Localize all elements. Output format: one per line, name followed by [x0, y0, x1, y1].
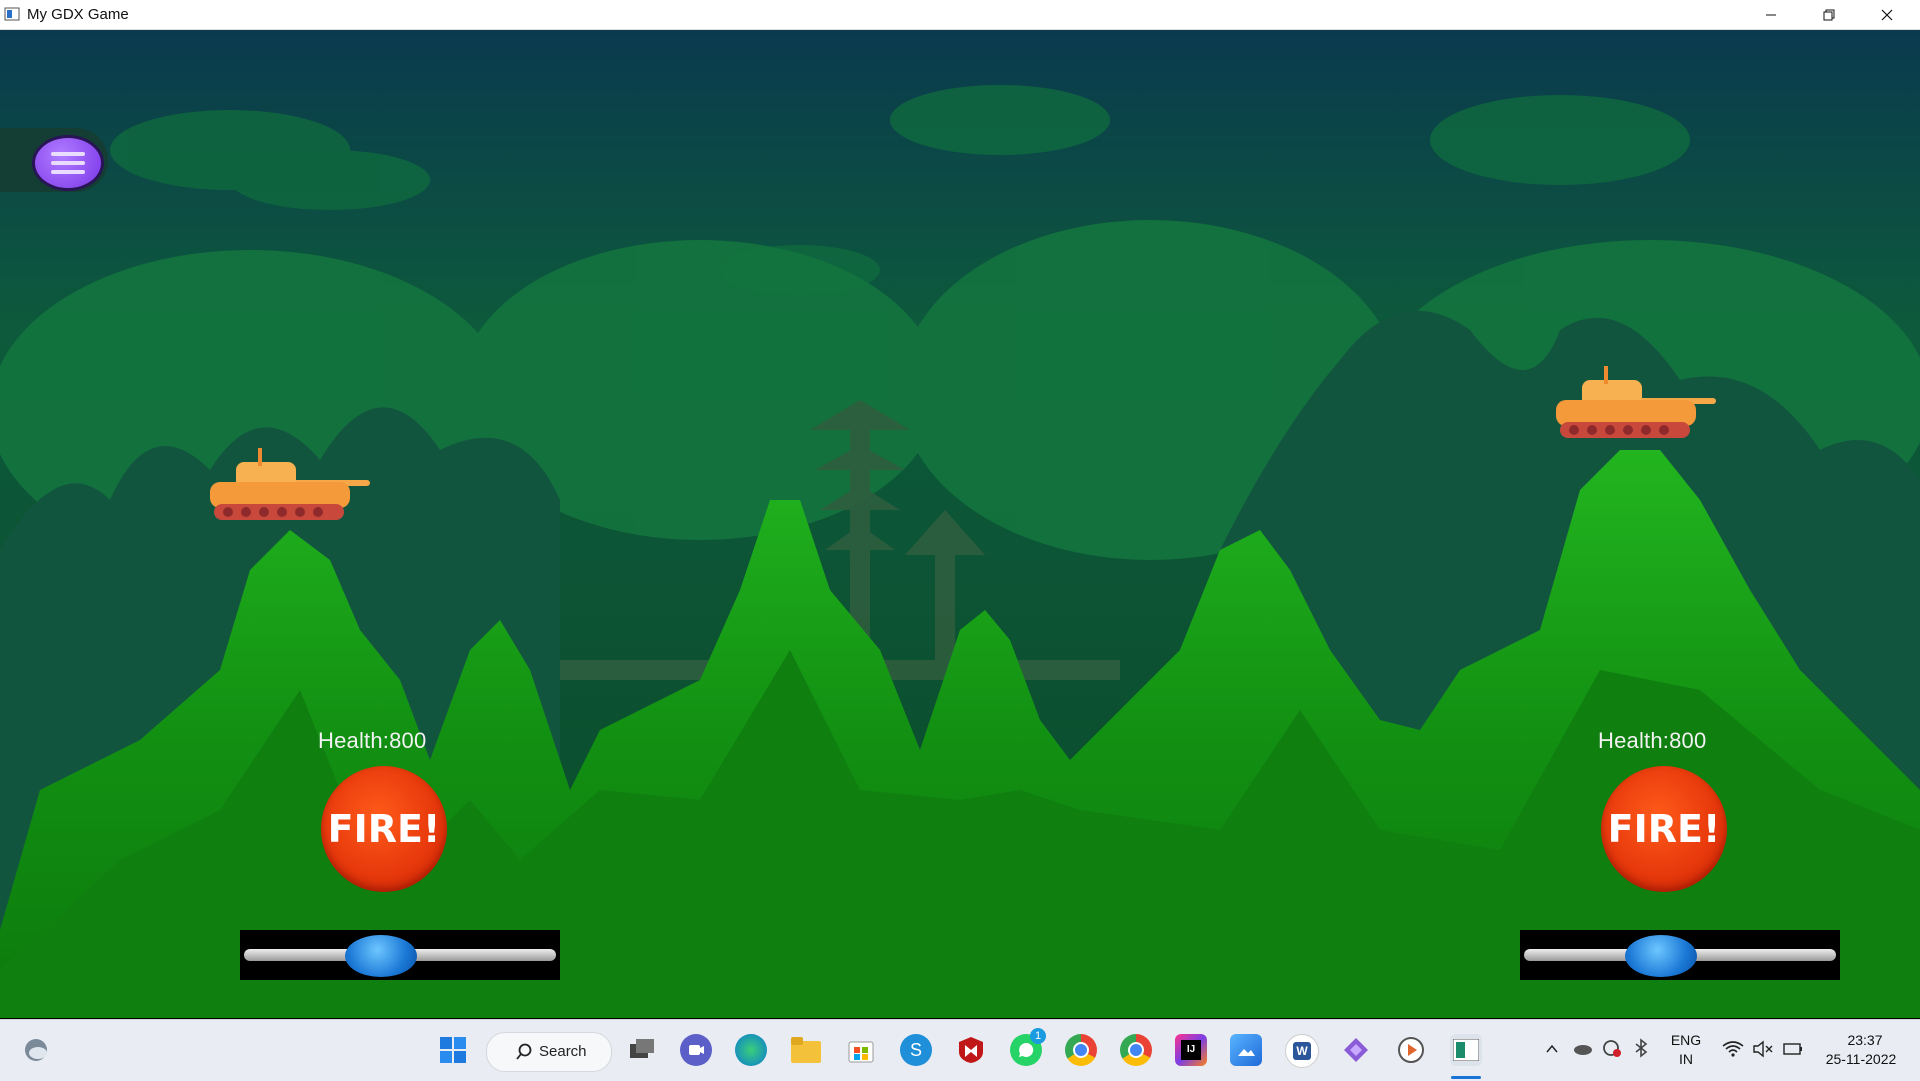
chevron-up-icon[interactable]	[1545, 1042, 1559, 1056]
minimize-button[interactable]	[1742, 0, 1800, 29]
clock-time[interactable]: 23:37	[1820, 1032, 1910, 1048]
restore-icon	[1823, 9, 1835, 20]
window-titlebar: My GDX Game	[0, 0, 1920, 30]
task-view-icon[interactable]	[626, 1034, 658, 1066]
visual-studio-icon[interactable]	[1340, 1034, 1372, 1066]
whatsapp-badge: 1	[1030, 1028, 1046, 1044]
taskbar: Search S 1 IJ W ENG IN 23:37 25-11-2022	[0, 1019, 1920, 1081]
file-explorer-icon[interactable]	[790, 1034, 822, 1066]
store-icon[interactable]	[845, 1034, 877, 1066]
chrome-icon[interactable]	[1065, 1034, 1097, 1066]
app-icon	[4, 7, 20, 21]
close-icon	[1881, 9, 1893, 20]
player1-fire-button[interactable]: FIRE!	[321, 766, 447, 892]
photos-icon[interactable]	[1230, 1034, 1262, 1066]
intellij-icon[interactable]: IJ	[1175, 1034, 1207, 1066]
bluetooth-icon[interactable]	[1632, 1038, 1652, 1058]
minimize-icon	[1766, 14, 1776, 15]
pause-menu-button[interactable]	[35, 138, 101, 188]
clock-date[interactable]: 25-11-2022	[1812, 1051, 1910, 1067]
sync-icon[interactable]	[1602, 1038, 1622, 1058]
player1-power-slider[interactable]	[240, 930, 560, 980]
active-app-indicator	[1451, 1076, 1481, 1079]
player2-power-slider[interactable]	[1520, 930, 1840, 980]
chat-icon[interactable]	[680, 1034, 712, 1066]
player1-tank	[210, 448, 370, 520]
word-icon[interactable]: W	[1285, 1034, 1319, 1068]
volume-muted-icon[interactable]	[1752, 1040, 1774, 1058]
search-icon	[516, 1043, 532, 1060]
wifi-icon[interactable]	[1722, 1040, 1744, 1058]
close-button[interactable]	[1858, 0, 1916, 29]
game-canvas[interactable]: Health:800 FIRE! Health:800 FIRE!	[0, 30, 1920, 1018]
game-window-icon[interactable]	[1450, 1034, 1482, 1066]
start-icon[interactable]	[437, 1034, 469, 1066]
player2-fire-button[interactable]: FIRE!	[1601, 766, 1727, 892]
skype-icon[interactable]: S	[900, 1034, 932, 1066]
search-label: Search	[539, 1043, 587, 1060]
slider-thumb[interactable]	[1624, 935, 1697, 977]
slider-thumb[interactable]	[344, 935, 417, 977]
chrome-profile-icon[interactable]	[1120, 1034, 1152, 1066]
restore-button[interactable]	[1800, 0, 1858, 29]
player2-health: Health:800	[1598, 728, 1707, 753]
mcafee-icon[interactable]	[955, 1034, 987, 1066]
media-player-icon[interactable]	[1395, 1034, 1427, 1066]
input-language[interactable]: ENG	[1665, 1032, 1707, 1048]
player2-tank	[1556, 366, 1716, 438]
onedrive-icon[interactable]	[1572, 1040, 1592, 1056]
edge-icon[interactable]	[735, 1034, 767, 1066]
input-region[interactable]: IN	[1665, 1051, 1707, 1067]
battery-icon[interactable]	[1782, 1040, 1804, 1058]
player1-health: Health:800	[318, 728, 427, 753]
weather-icon[interactable]	[20, 1034, 52, 1066]
window-title: My GDX Game	[27, 6, 129, 23]
search-input[interactable]: Search	[486, 1032, 612, 1072]
